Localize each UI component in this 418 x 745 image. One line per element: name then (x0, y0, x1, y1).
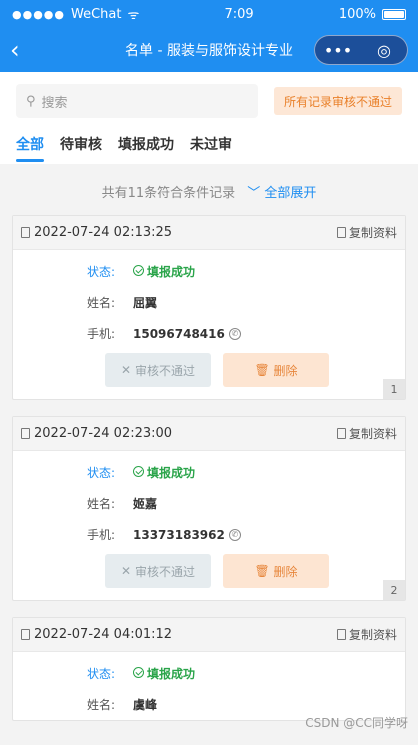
copy-icon (336, 227, 346, 238)
status-label: 状态: (87, 667, 116, 681)
reject-all-button[interactable]: 所有记录审核不通过 (273, 87, 402, 115)
copy-icon (336, 428, 346, 439)
wifi-icon: ᯤ (127, 8, 140, 23)
trash-icon: 🗑 (254, 363, 270, 377)
tab-rejected[interactable]: 未过审 (190, 124, 232, 164)
call-icon[interactable]: ✆ (228, 327, 241, 340)
carrier-label: WeChat (71, 6, 122, 22)
expand-all-button[interactable]: ﹀ 全部展开 (247, 186, 316, 201)
clock: 7:09 (224, 6, 254, 22)
status-value: 填报成功 (133, 464, 195, 481)
record-card: 2022-07-24 04:01:12 复制资料 状态: 填报成功 姓名: 虞峰 (12, 617, 406, 721)
status-value: 填报成功 (133, 263, 195, 280)
phone-label: 手机: (87, 528, 116, 542)
tab-all[interactable]: 全部 (16, 124, 44, 164)
trash-icon: 🗑 (254, 564, 270, 578)
status-value: 填报成功 (133, 665, 195, 682)
filter-tabs: 全部 待审核 填报成功 未过审 (0, 124, 418, 164)
search-row: ⚲ 搜索 所有记录审核不通过 (0, 72, 418, 124)
name-value: 姬嘉 (133, 497, 158, 511)
copy-info-button[interactable]: 复制资料 (336, 224, 397, 241)
phone-label: 手机: (87, 327, 116, 341)
record-time: 2022-07-24 02:23:00 (34, 426, 173, 441)
name-label: 姓名: (87, 296, 116, 310)
status-label: 状态: (87, 466, 116, 480)
check-circle-icon (133, 667, 144, 678)
nav-bar: ‹ 名单 - 服装与服饰设计专业 ••• ◎ (0, 28, 418, 72)
record-time: 2022-07-24 04:01:12 (34, 627, 173, 642)
calendar-icon (21, 428, 30, 439)
card-header: 2022-07-24 02:23:00 复制资料 (13, 417, 405, 451)
chevron-down-icon: ﹀ (247, 186, 261, 201)
reject-button[interactable]: ✕ 审核不通过 (105, 554, 211, 588)
record-summary: 共有11条符合条件记录 ﹀ 全部展开 (0, 164, 418, 215)
copy-label: 复制资料 (348, 427, 397, 441)
miniprogram-capsule: ••• ◎ (314, 35, 408, 65)
tab-pending[interactable]: 待审核 (60, 124, 102, 164)
record-index: 1 (383, 379, 405, 399)
close-x-icon: ✕ (121, 564, 132, 578)
search-placeholder: 搜索 (41, 95, 68, 111)
status-label: 状态: (87, 265, 116, 279)
record-count: 共有11条符合条件记录 (101, 186, 236, 201)
battery-percent: 100% (338, 6, 376, 22)
reject-button[interactable]: ✕ 审核不通过 (105, 353, 211, 387)
call-icon[interactable]: ✆ (228, 528, 241, 541)
battery-icon (381, 8, 406, 20)
name-value: 虞峰 (133, 698, 158, 712)
card-header: 2022-07-24 04:01:12 复制资料 (13, 618, 405, 652)
tab-success[interactable]: 填报成功 (118, 124, 174, 164)
copy-label: 复制资料 (348, 226, 397, 240)
phone-value: 13373183962 (133, 527, 225, 542)
close-icon[interactable]: ◎ (361, 41, 407, 60)
more-icon[interactable]: ••• (315, 41, 361, 60)
back-icon[interactable]: ‹ (10, 36, 40, 64)
record-card: 2022-07-24 02:23:00 复制资料 状态: 填报成功 姓名: 姬嘉 手… (12, 416, 406, 601)
copy-info-button[interactable]: 复制资料 (336, 425, 397, 442)
copy-info-button[interactable]: 复制资料 (336, 626, 397, 643)
name-label: 姓名: (87, 698, 116, 712)
record-card: 2022-07-24 02:13:25 复制资料 状态: 填报成功 姓名: 屈翼 手… (12, 215, 406, 400)
record-index: 2 (383, 580, 405, 600)
status-bar: ●●●●● WeChat ᯤ 7:09 100% (0, 0, 418, 28)
watermark: CSDN @CC同学呀 (305, 716, 408, 730)
record-time: 2022-07-24 02:13:25 (34, 225, 173, 240)
copy-icon (336, 629, 346, 640)
card-header: 2022-07-24 02:13:25 复制资料 (13, 216, 405, 250)
search-icon: ⚲ (26, 93, 36, 109)
copy-label: 复制资料 (348, 628, 397, 642)
signal-icon: ●●●●● (12, 7, 65, 21)
name-value: 屈翼 (133, 296, 158, 310)
calendar-icon (21, 629, 30, 640)
expand-all-label: 全部展开 (264, 186, 317, 201)
phone-value: 15096748416 (133, 326, 225, 341)
delete-button[interactable]: 🗑 删除 (223, 353, 329, 387)
check-circle-icon (133, 466, 144, 477)
search-input[interactable]: ⚲ 搜索 (16, 84, 258, 118)
name-label: 姓名: (87, 497, 116, 511)
delete-button[interactable]: 🗑 删除 (223, 554, 329, 588)
calendar-icon (21, 227, 30, 238)
close-x-icon: ✕ (121, 363, 132, 377)
check-circle-icon (133, 265, 144, 276)
